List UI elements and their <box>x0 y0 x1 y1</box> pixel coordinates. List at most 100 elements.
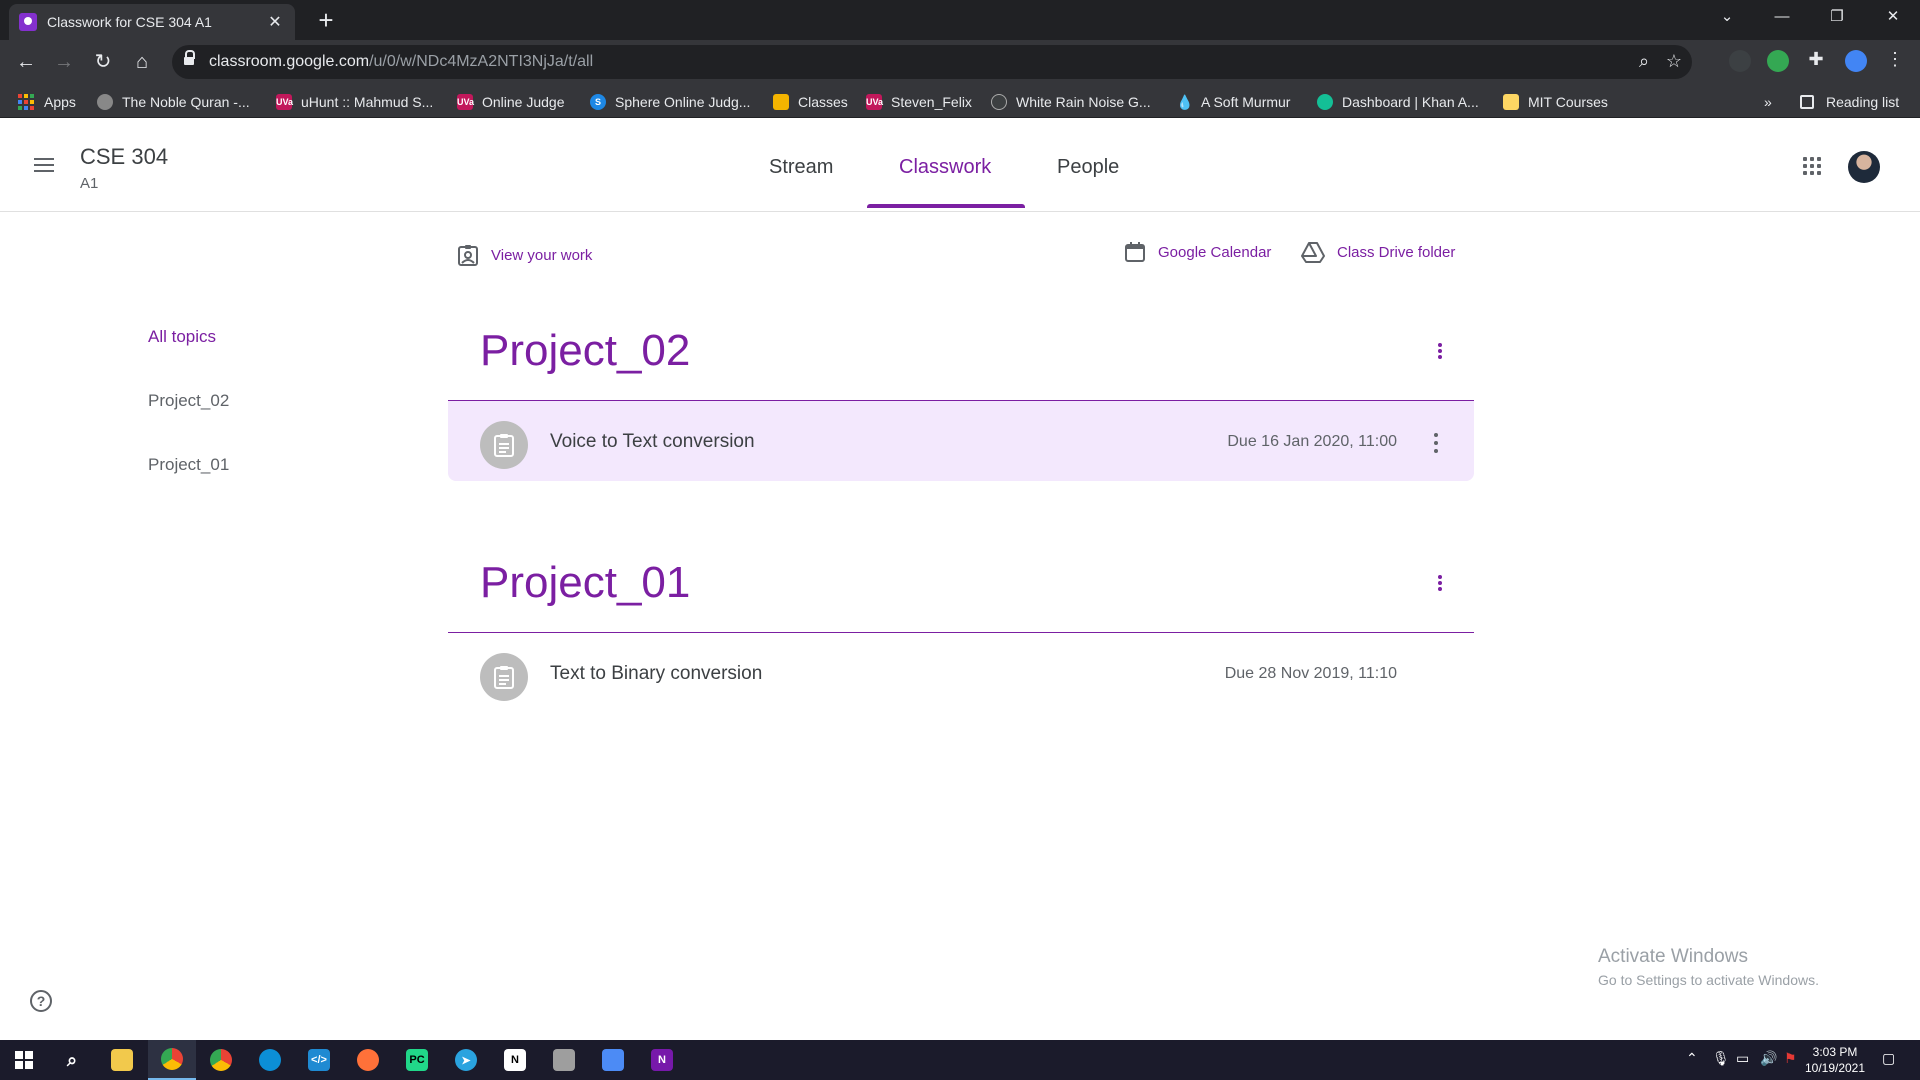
uva-icon: UVa <box>457 94 474 110</box>
active-tab-indicator <box>867 204 1025 208</box>
taskbar-clock[interactable]: 3:03 PM 10/19/2021 <box>1800 1044 1870 1076</box>
assignment-title: Text to Binary conversion <box>550 663 763 684</box>
telegram-icon[interactable]: ➤ <box>442 1040 490 1080</box>
bookmark-classes[interactable]: Classes <box>773 92 848 112</box>
browser-menu-icon[interactable]: ⋮ <box>1883 49 1907 70</box>
main-menu-icon[interactable] <box>34 158 54 172</box>
class-drive-folder-link[interactable]: Class Drive folder <box>1301 241 1455 263</box>
file-explorer-icon[interactable] <box>98 1040 146 1080</box>
activate-windows-watermark: Activate Windows Go to Settings to activ… <box>1598 946 1819 988</box>
calculator-icon[interactable] <box>589 1040 637 1080</box>
extensions-puzzle-icon[interactable]: ✚ <box>1804 49 1828 70</box>
lock-icon <box>184 50 195 67</box>
search-icon[interactable]: ⌕ <box>48 1040 96 1080</box>
tab-stream[interactable]: Stream <box>769 156 833 179</box>
flag-icon[interactable]: ⚑ <box>1784 1050 1797 1067</box>
profile-icon[interactable] <box>1845 50 1867 72</box>
apps-grid-icon <box>18 94 34 110</box>
google-apps-icon[interactable] <box>1803 157 1821 175</box>
uva-icon: UVa <box>866 94 883 110</box>
clock-date: 10/19/2021 <box>1804 1061 1866 1075</box>
edge-icon[interactable] <box>246 1040 294 1080</box>
watermark-title: Activate Windows <box>1598 946 1748 967</box>
classroom-icon <box>773 94 789 110</box>
back-arrow-icon[interactable]: ← <box>12 48 40 76</box>
topic-nav-project-02[interactable]: Project_02 <box>148 391 229 411</box>
assignment-row-voice-to-text[interactable]: Voice to Text conversion Due 16 Jan 2020… <box>448 401 1474 481</box>
chrome-icon[interactable] <box>148 1040 196 1080</box>
new-tab-button[interactable]: + <box>312 6 340 34</box>
topic-more-options-icon[interactable] <box>1432 339 1448 363</box>
bookmarks-bar: Apps The Noble Quran -... UVa uHunt :: M… <box>0 84 1920 118</box>
bookmark-apps[interactable]: Apps <box>18 92 76 112</box>
forward-arrow-icon[interactable]: → <box>50 48 78 76</box>
quran-icon <box>97 94 113 110</box>
topic-nav-project-01[interactable]: Project_01 <box>148 455 229 475</box>
bookmark-uhunt[interactable]: UVa uHunt :: Mahmud S... <box>276 92 433 112</box>
watermark-subtitle: Go to Settings to activate Windows. <box>1598 972 1819 988</box>
url-text: classroom.google.com/u/0/w/NDc4MzA2NTI3N… <box>209 53 594 70</box>
tab-search-icon[interactable]: ⌄ <box>1700 0 1754 34</box>
start-button[interactable] <box>0 1040 48 1080</box>
khan-icon <box>1317 94 1333 110</box>
bookmark-noble-quran[interactable]: The Noble Quran -... <box>97 92 250 112</box>
pycharm-icon[interactable]: PC <box>393 1040 441 1080</box>
notion-icon[interactable]: N <box>491 1040 539 1080</box>
home-icon[interactable]: ⌂ <box>128 48 156 76</box>
reading-list-button[interactable]: Reading list <box>1800 92 1899 112</box>
clock-time: 3:03 PM <box>1812 1045 1858 1059</box>
browser-toolbar: ← → ↻ ⌂ classroom.google.com/u/0/w/NDc4M… <box>0 40 1920 84</box>
avatar[interactable] <box>1848 151 1880 183</box>
tab-classwork[interactable]: Classwork <box>899 156 991 179</box>
bookmark-mit-courses[interactable]: MIT Courses <box>1503 92 1608 112</box>
reload-icon[interactable]: ↻ <box>89 48 117 76</box>
restore-button[interactable]: ❐ <box>1810 0 1864 34</box>
tab-close-icon[interactable]: ✕ <box>265 12 285 32</box>
network-icon[interactable]: ▭ <box>1736 1050 1749 1067</box>
reading-list-icon <box>1800 95 1814 109</box>
course-title[interactable]: CSE 304 <box>80 144 168 170</box>
spoj-icon: S <box>590 94 606 110</box>
app-icon[interactable] <box>540 1040 588 1080</box>
bookmark-khan-academy[interactable]: Dashboard | Khan A... <box>1317 92 1479 112</box>
bookmark-spoj[interactable]: S Sphere Online Judg... <box>590 92 750 112</box>
close-window-button[interactable]: ✕ <box>1866 0 1920 34</box>
minimize-button[interactable]: — <box>1755 0 1809 34</box>
browser-tab-classwork[interactable]: Classwork for CSE 304 A1 ✕ <box>9 4 295 40</box>
assignment-more-options-icon[interactable] <box>1432 433 1440 453</box>
vscode-icon[interactable]: </> <box>295 1040 343 1080</box>
onenote-icon[interactable]: N <box>638 1040 686 1080</box>
help-icon[interactable]: ? <box>30 990 52 1012</box>
notifications-icon[interactable]: ▢ <box>1882 1050 1895 1067</box>
view-your-work-link[interactable]: View your work <box>457 244 592 266</box>
chrome-profile-icon[interactable] <box>197 1040 245 1080</box>
windows-logo-icon <box>15 1051 33 1069</box>
uva-icon: UVa <box>276 94 293 110</box>
bookmark-steven-felix[interactable]: UVa Steven_Felix <box>866 92 972 112</box>
extension-icon[interactable] <box>1729 50 1751 72</box>
address-bar[interactable]: classroom.google.com/u/0/w/NDc4MzA2NTI3N… <box>172 45 1692 79</box>
bookmark-soft-murmur[interactable]: 💧 A Soft Murmur <box>1176 92 1290 112</box>
extension-green-icon[interactable] <box>1767 50 1789 72</box>
assignment-title: Voice to Text conversion <box>550 431 755 452</box>
assignment-due-date: Due 16 Jan 2020, 11:00 <box>1227 433 1397 450</box>
assignment-ind-icon <box>458 245 478 266</box>
bookmark-white-rain[interactable]: White Rain Noise G... <box>991 92 1151 112</box>
firefox-icon[interactable] <box>344 1040 392 1080</box>
tray-chevron-icon[interactable]: ⌃ <box>1686 1050 1698 1067</box>
microphone-icon[interactable]: 🎙 <box>1712 1050 1730 1067</box>
topic-nav-all-topics[interactable]: All topics <box>148 327 216 347</box>
google-calendar-link[interactable]: Google Calendar <box>1124 241 1271 263</box>
tab-title: Classwork for CSE 304 A1 <box>47 14 212 30</box>
volume-icon[interactable]: 🔊 <box>1760 1050 1777 1067</box>
tab-people[interactable]: People <box>1057 156 1119 179</box>
course-section: A1 <box>80 175 99 192</box>
browser-tab-strip: Classwork for CSE 304 A1 ✕ + ⌄ — ❐ ✕ <box>0 0 1920 40</box>
bookmark-star-icon[interactable]: ☆ <box>1662 51 1686 72</box>
zoom-icon[interactable]: ⌕ <box>1632 51 1656 72</box>
bookmark-online-judge[interactable]: UVa Online Judge <box>457 92 565 112</box>
topic-more-options-icon[interactable] <box>1432 571 1448 595</box>
assignment-row-text-to-binary[interactable]: Text to Binary conversion Due 28 Nov 201… <box>448 633 1474 713</box>
more-bookmarks-icon[interactable]: » <box>1764 92 1772 112</box>
drop-icon: 💧 <box>1176 94 1194 110</box>
